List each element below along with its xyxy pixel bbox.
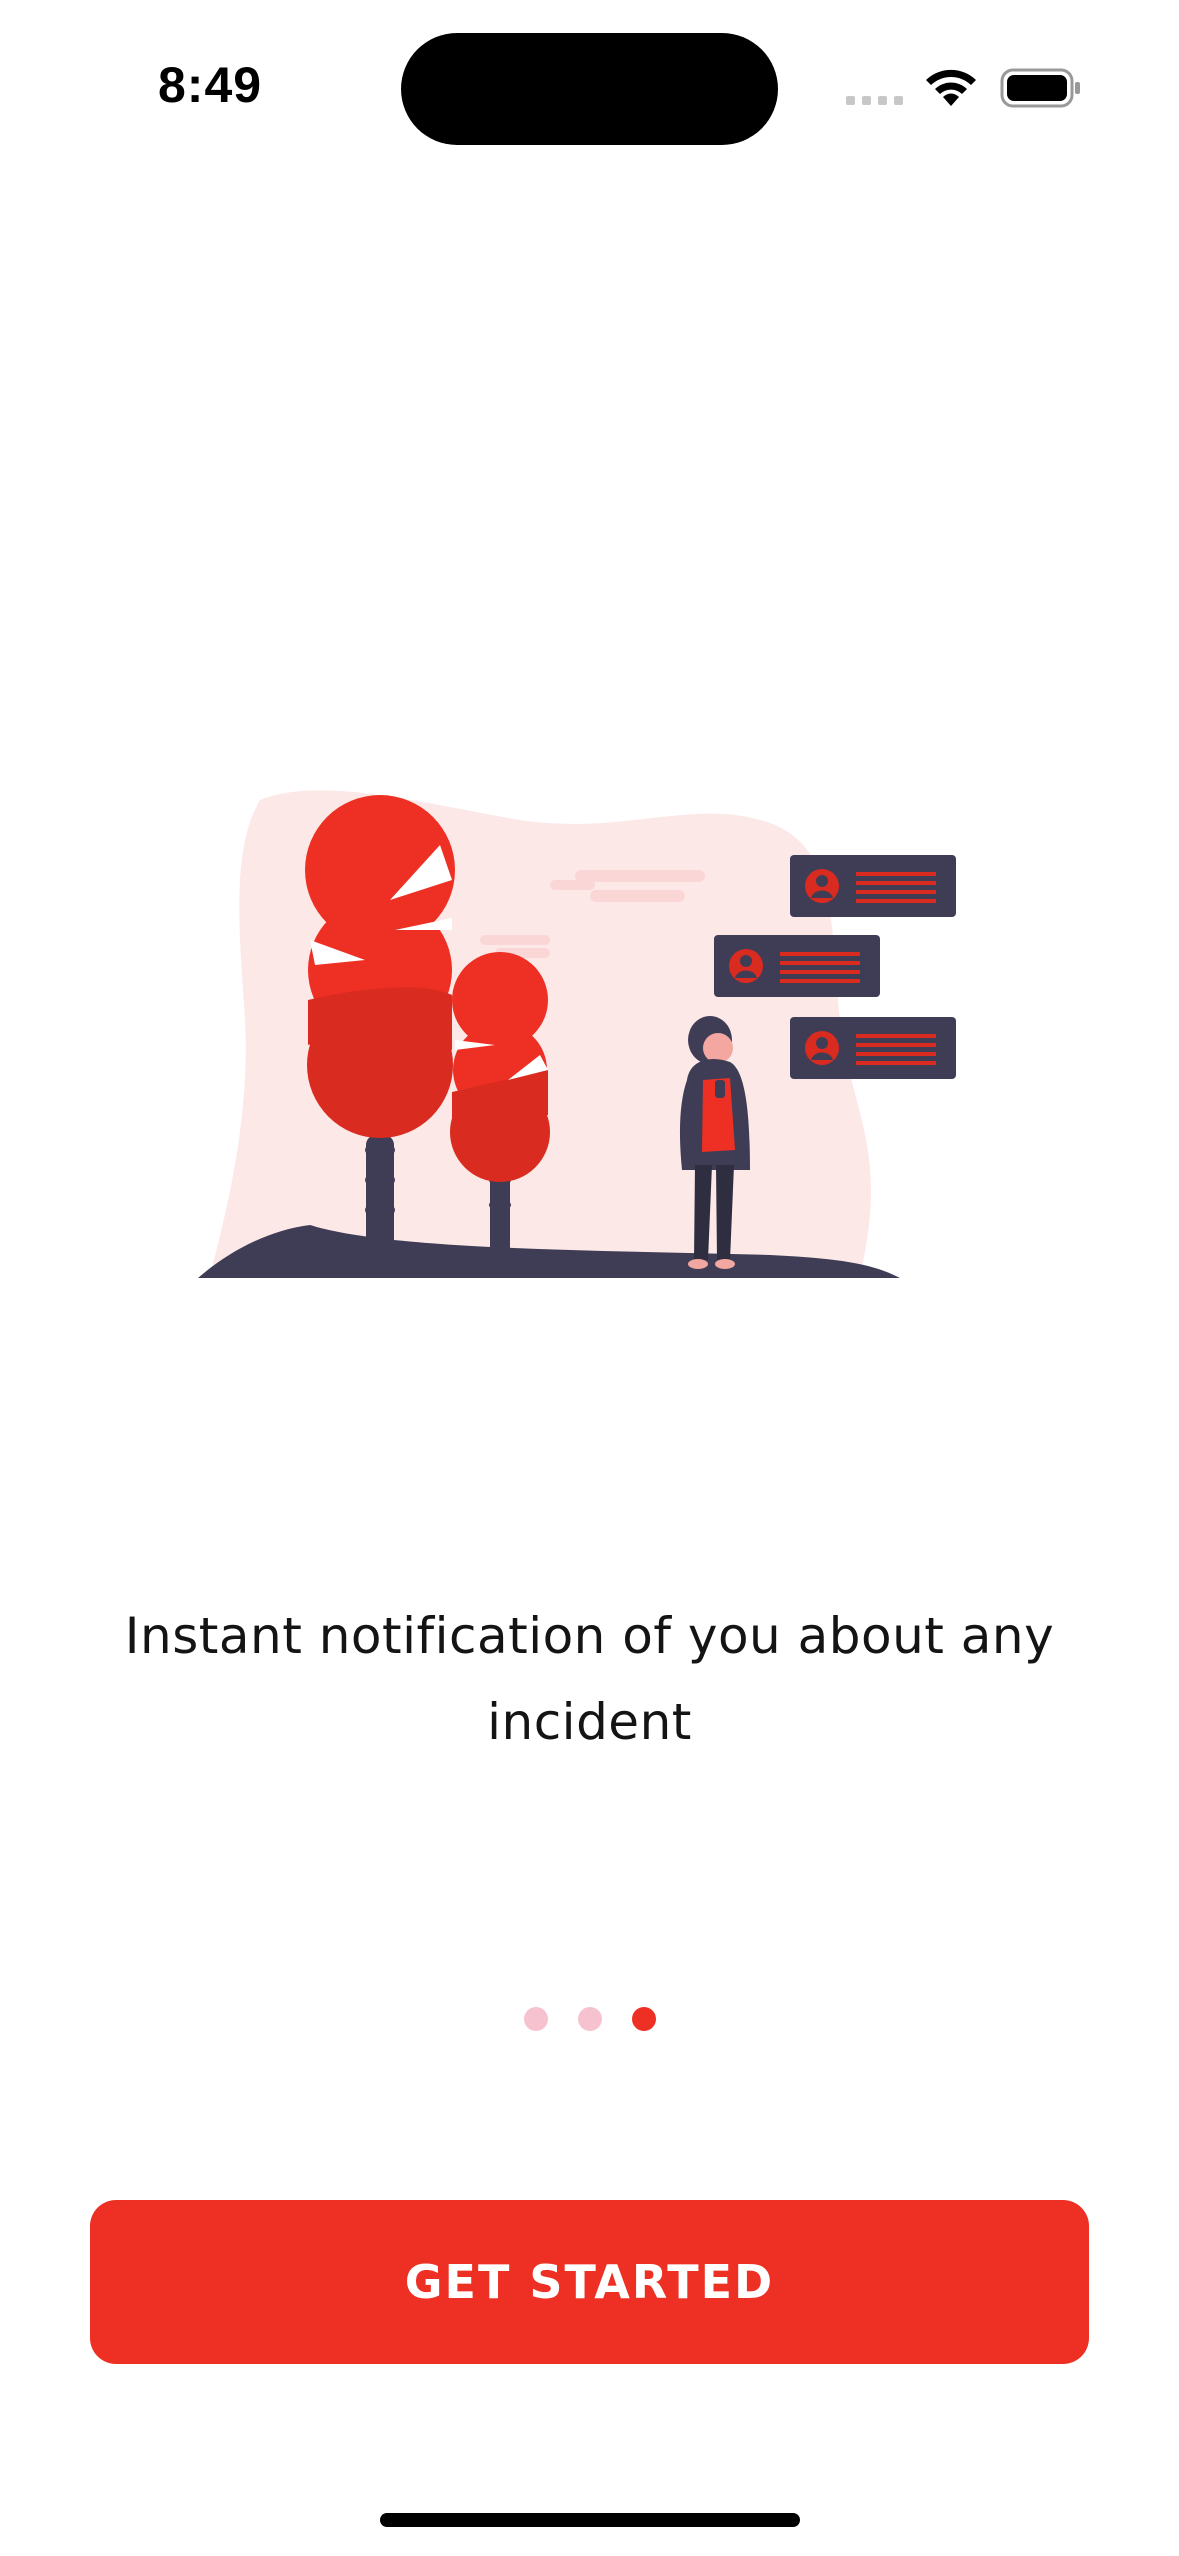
battery-icon: [1000, 68, 1080, 108]
wifi-icon: [926, 69, 976, 106]
page-indicator: [0, 2007, 1179, 2031]
home-indicator[interactable]: [380, 2513, 800, 2527]
page-dot-3-active[interactable]: [631, 2007, 656, 2031]
signal-icon: [846, 96, 903, 105]
page-dot-1[interactable]: [523, 2007, 548, 2031]
onboarding-message: Instant notification of you about any in…: [124, 1607, 1055, 1751]
dynamic-island: [401, 33, 778, 145]
onboarding-screen: 8:49 Instant notification of you about a…: [0, 0, 1179, 2556]
notification-illustration: [198, 790, 956, 1278]
page-dot-2[interactable]: [577, 2007, 602, 2031]
get-started-button[interactable]: GET STARTED: [90, 2200, 1089, 2364]
status-time: 8:49: [158, 57, 263, 113]
